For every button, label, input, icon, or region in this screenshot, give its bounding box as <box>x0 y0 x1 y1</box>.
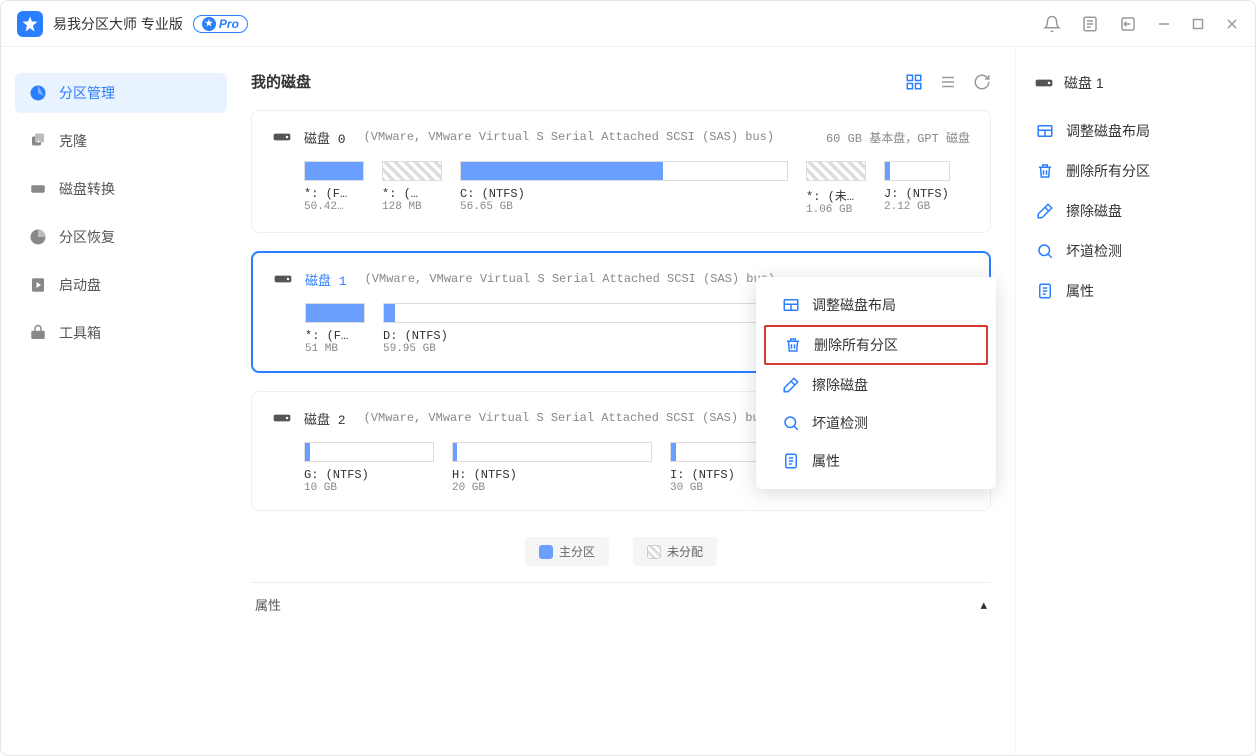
partition-size: 2.12 GB <box>884 201 950 213</box>
rp-item-1[interactable]: 删除所有分区 <box>1034 151 1237 191</box>
cm-item-label: 调整磁盘布局 <box>812 295 896 315</box>
svg-text:+: + <box>37 136 42 145</box>
cm-item-label: 坏道检测 <box>812 413 868 433</box>
cm-item-0[interactable]: 调整磁盘布局 <box>764 287 988 323</box>
partition-size: 20 GB <box>452 482 652 494</box>
partition[interactable]: *: (F…51 MB <box>305 303 365 355</box>
maximize-button[interactable] <box>1191 17 1205 31</box>
nav-bootdisk[interactable]: 启动盘 <box>15 265 227 305</box>
disk-icon <box>272 408 292 428</box>
disk-icon <box>272 127 292 147</box>
partition-size: 51 MB <box>305 343 365 355</box>
properties-bar[interactable]: 属性 ▴ <box>251 582 991 626</box>
partition[interactable]: G: (NTFS)10 GB <box>304 442 434 494</box>
right-panel-title: 磁盘 1 <box>1034 73 1237 93</box>
titlebar: 易我分区大师 专业版 ★Pro <box>1 1 1255 47</box>
partition-label: G: (NTFS) <box>304 468 434 482</box>
sidebar: 分区管理 + 克隆 磁盘转换 分区恢复 启动盘 工具箱 <box>1 47 241 755</box>
minimize-button[interactable] <box>1157 17 1171 31</box>
nav-label: 磁盘转换 <box>59 179 115 199</box>
disk-meta: (VMware, VMware Virtual S Serial Attache… <box>364 411 774 425</box>
pro-badge: ★Pro <box>193 15 248 33</box>
page-title: 我的磁盘 <box>251 71 311 92</box>
disk-meta: (VMware, VMware Virtual S Serial Attache… <box>364 130 774 144</box>
partition-size: 10 GB <box>304 482 434 494</box>
partition-label: *: (… <box>382 187 442 201</box>
note-icon[interactable] <box>1081 15 1099 33</box>
right-panel: 磁盘 1 调整磁盘布局删除所有分区擦除磁盘坏道检测属性 <box>1015 47 1255 755</box>
rp-item-label: 擦除磁盘 <box>1066 201 1122 221</box>
partition-size: 50.42… <box>304 201 364 213</box>
nav-clone[interactable]: + 克隆 <box>15 121 227 161</box>
partition-size: 56.65 GB <box>460 201 788 213</box>
disk-card-0[interactable]: 磁盘 0 (VMware, VMware Virtual S Serial Att… <box>251 110 991 233</box>
partition-label: H: (NTFS) <box>452 468 652 482</box>
partition[interactable]: *: (F…50.42… <box>304 161 364 216</box>
partition[interactable]: *: (…128 MB <box>382 161 442 216</box>
rp-item-2[interactable]: 擦除磁盘 <box>1034 191 1237 231</box>
nav-toolbox[interactable]: 工具箱 <box>15 313 227 353</box>
undo-icon[interactable] <box>1119 15 1137 33</box>
disk-name: 磁盘 2 <box>304 409 346 428</box>
legend-primary: 主分区 <box>525 537 609 566</box>
nav-label: 克隆 <box>59 131 87 151</box>
partition-size: 128 MB <box>382 201 442 213</box>
disk-name: 磁盘 0 <box>304 128 346 147</box>
partition-size: 1.06 GB <box>806 204 866 216</box>
nav-convert[interactable]: 磁盘转换 <box>15 169 227 209</box>
app-logo <box>17 11 43 37</box>
disk-meta: (VMware, VMware Virtual S Serial Attache… <box>365 272 775 286</box>
list-view-icon[interactable] <box>939 73 957 91</box>
pro-text: Pro <box>219 17 239 31</box>
rp-item-4[interactable]: 属性 <box>1034 271 1237 311</box>
nav-label: 分区管理 <box>59 83 115 103</box>
refresh-icon[interactable] <box>973 73 991 91</box>
partition-label: J: (NTFS) <box>884 187 950 201</box>
app-title: 易我分区大师 专业版 <box>53 14 183 34</box>
nav-label: 工具箱 <box>59 323 101 343</box>
nav-partition-manage[interactable]: 分区管理 <box>15 73 227 113</box>
partition-label: C: (NTFS) <box>460 187 788 201</box>
rp-item-label: 调整磁盘布局 <box>1066 121 1150 141</box>
disk-name: 磁盘 1 <box>305 270 347 289</box>
cm-item-2[interactable]: 擦除磁盘 <box>764 367 988 403</box>
props-label: 属性 <box>255 595 281 614</box>
cm-item-label: 删除所有分区 <box>814 335 898 355</box>
legend: 主分区 未分配 <box>251 529 991 582</box>
rp-item-3[interactable]: 坏道检测 <box>1034 231 1237 271</box>
caret-up-icon: ▴ <box>980 597 987 613</box>
rp-item-0[interactable]: 调整磁盘布局 <box>1034 111 1237 151</box>
close-button[interactable] <box>1225 17 1239 31</box>
partition-label: *: (未… <box>806 187 866 204</box>
cm-item-label: 属性 <box>812 451 840 471</box>
partition[interactable]: *: (未…1.06 GB <box>806 161 866 216</box>
cm-item-4[interactable]: 属性 <box>764 443 988 479</box>
partition[interactable]: C: (NTFS)56.65 GB <box>460 161 788 216</box>
grid-view-icon[interactable] <box>905 73 923 91</box>
nav-label: 启动盘 <box>59 275 101 295</box>
partition-label: *: (F… <box>304 187 364 201</box>
disk-icon <box>273 269 293 289</box>
cm-item-1[interactable]: 删除所有分区 <box>764 325 988 365</box>
context-menu: 调整磁盘布局删除所有分区擦除磁盘坏道检测属性 <box>756 277 996 489</box>
partition[interactable]: J: (NTFS)2.12 GB <box>884 161 950 216</box>
legend-unalloc: 未分配 <box>633 537 717 566</box>
cm-item-label: 擦除磁盘 <box>812 375 868 395</box>
partition-label: *: (F… <box>305 329 365 343</box>
nav-label: 分区恢复 <box>59 227 115 247</box>
partition[interactable]: H: (NTFS)20 GB <box>452 442 652 494</box>
rp-item-label: 坏道检测 <box>1066 241 1122 261</box>
nav-recover[interactable]: 分区恢复 <box>15 217 227 257</box>
rp-item-label: 属性 <box>1066 281 1094 301</box>
disk-info: 60 GB 基本盘，GPT 磁盘 <box>826 129 970 146</box>
cm-item-3[interactable]: 坏道检测 <box>764 405 988 441</box>
bell-icon[interactable] <box>1043 15 1061 33</box>
rp-item-label: 删除所有分区 <box>1066 161 1150 181</box>
